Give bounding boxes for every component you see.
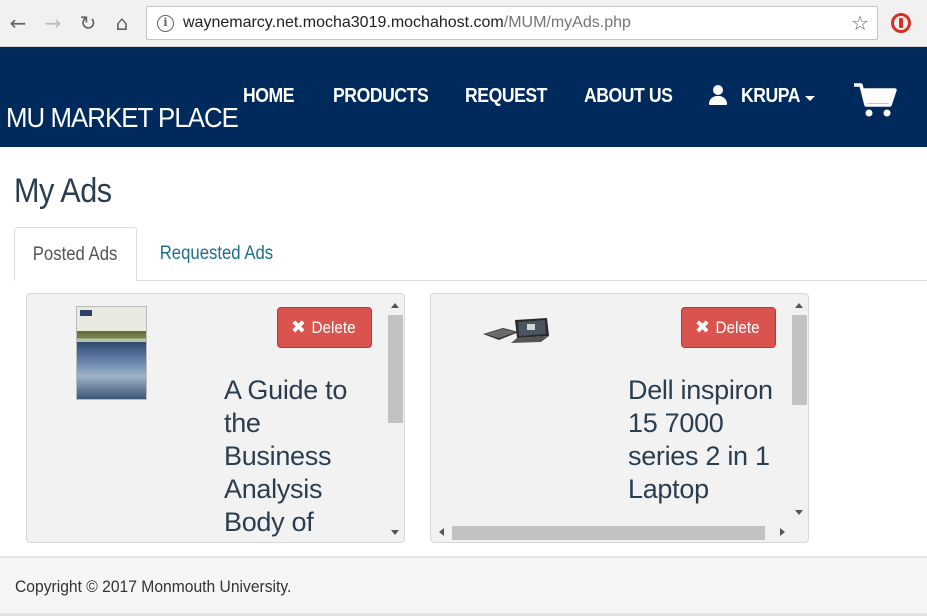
delete-label: Delete	[715, 318, 760, 337]
scroll-down-icon[interactable]	[391, 530, 399, 535]
delete-button[interactable]: ✖ Delete	[681, 307, 776, 348]
page-footer: Copyright © 2017 Monmouth University.	[0, 556, 927, 616]
browser-toolbar: ← → ↻ ⌂ i waynemarcy.net.mocha3019.mocha…	[0, 0, 927, 47]
bookmark-star-icon[interactable]: ☆	[851, 11, 869, 35]
tab-requested-ads[interactable]: Requested Ads	[148, 227, 284, 281]
extension-icon[interactable]	[891, 13, 911, 33]
brand-logo[interactable]: MU MARKET PLACE	[6, 102, 239, 134]
ad-card: ✖ Delete Dell inspiron 15 7000 series 2 i…	[430, 293, 809, 543]
ad-title[interactable]: A Guide to the Business Analysis Body of	[224, 374, 374, 539]
tab-posted-ads[interactable]: Posted Ads	[14, 227, 137, 281]
delete-label: Delete	[311, 318, 356, 337]
nav-about-us[interactable]: ABOUT US	[584, 85, 673, 108]
scroll-thumb[interactable]	[792, 315, 807, 405]
nav-request[interactable]: REQUEST	[465, 85, 547, 108]
scroll-left-icon[interactable]	[439, 528, 444, 536]
vertical-scrollbar[interactable]	[789, 294, 808, 524]
copyright-text: Copyright © 2017 Monmouth University.	[15, 577, 292, 596]
ad-image-laptop[interactable]	[481, 314, 551, 344]
scroll-up-icon[interactable]	[795, 303, 803, 308]
user-menu[interactable]: KRUPA	[741, 85, 801, 108]
delete-button[interactable]: ✖ Delete	[277, 307, 372, 348]
page-title: My Ads	[14, 172, 112, 210]
scroll-right-icon[interactable]	[780, 528, 785, 536]
forward-arrow-icon[interactable]: →	[42, 12, 64, 34]
address-bar[interactable]: i waynemarcy.net.mocha3019.mochahost.com…	[146, 6, 878, 40]
url-text[interactable]: waynemarcy.net.mocha3019.mochahost.com/M…	[183, 14, 631, 32]
chevron-down-icon[interactable]	[805, 96, 815, 101]
url-host: waynemarcy.net.mocha3019.mochahost.com	[183, 14, 504, 31]
back-arrow-icon[interactable]: ←	[7, 12, 29, 34]
scroll-down-icon[interactable]	[795, 510, 803, 515]
ad-title[interactable]: Dell inspiron 15 7000 series 2 in 1 Lapt…	[628, 374, 778, 506]
site-navbar: MU MARKET PLACE HOME PRODUCTS REQUEST AB…	[0, 47, 927, 147]
ad-image-book[interactable]	[76, 306, 147, 400]
nav-home[interactable]: HOME	[243, 85, 294, 108]
scroll-up-icon[interactable]	[391, 303, 399, 308]
nav-products[interactable]: PRODUCTS	[333, 85, 429, 108]
user-icon[interactable]	[707, 85, 729, 107]
cart-icon[interactable]	[853, 81, 897, 119]
scroll-thumb[interactable]	[452, 526, 765, 540]
info-icon[interactable]: i	[157, 15, 174, 32]
close-icon: ✖	[694, 317, 710, 338]
reload-icon[interactable]: ↻	[77, 12, 99, 34]
tab-posted-ads-label: Posted Ads	[33, 244, 118, 265]
home-icon[interactable]: ⌂	[111, 12, 133, 34]
url-path: /MUM/myAds.php	[503, 14, 631, 31]
scroll-thumb[interactable]	[388, 315, 403, 423]
tab-requested-ads-label: Requested Ads	[159, 243, 273, 264]
close-icon: ✖	[290, 317, 306, 338]
vertical-scrollbar[interactable]	[385, 294, 404, 542]
horizontal-scrollbar[interactable]	[431, 523, 791, 542]
ad-card: ✖ Delete A Guide to the Business Analysis…	[26, 293, 405, 543]
